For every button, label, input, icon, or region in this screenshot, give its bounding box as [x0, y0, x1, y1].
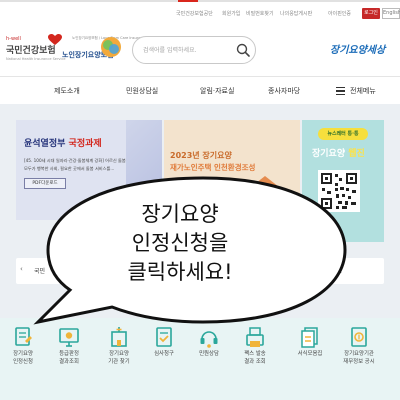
- quick-item-label-2: 결과조회: [59, 359, 79, 365]
- nhis-logo-tag: h-well: [6, 36, 21, 42]
- quick-item-find-facility[interactable]: 장기요양 기관 찾기: [96, 326, 142, 396]
- fax-icon: [246, 327, 264, 347]
- top-accent-bar: [178, 0, 198, 2]
- quick-item-label-1: 등급판정: [59, 351, 79, 357]
- banner3-title-em: 웹진: [348, 149, 365, 159]
- heart-icon: [48, 34, 62, 45]
- quick-item-label-2: 결과 조회: [244, 359, 266, 365]
- finance-report-icon: [351, 327, 367, 347]
- building-icon: [111, 327, 127, 347]
- nav-item-workers[interactable]: 종사자마당: [268, 77, 300, 105]
- notice-text-lead: 국민: [34, 268, 46, 275]
- nav-item-civil-service[interactable]: 민원상담실: [126, 77, 158, 105]
- quick-item-review-request[interactable]: 심사청구: [141, 326, 187, 396]
- speech-bubble-text: 장기요양 인정신청을 클릭하세요!: [80, 200, 280, 287]
- bubble-line-3: 클릭하세요!: [127, 260, 233, 284]
- nhis-logo-sub: National Health Insurance Service: [6, 57, 66, 61]
- application-form-icon: [15, 327, 32, 346]
- headset-icon: [200, 331, 218, 348]
- quick-item-fax-result[interactable]: 팩스 발송 결과 조회: [232, 326, 278, 396]
- banner1-line1: [45. 100세 시대 일자리·건강·돌봄체계 강화] 어르신 돌봄: [24, 158, 126, 163]
- util-link-ipin[interactable]: 아이핀인증: [328, 10, 351, 17]
- top-divider: [0, 0, 400, 2]
- util-link-my-board[interactable]: 나의응답게시판: [280, 10, 312, 17]
- qr-code-icon: [318, 170, 360, 212]
- document-review-icon: [156, 327, 172, 347]
- util-link-find-password[interactable]: 비밀번호찾기: [246, 10, 274, 17]
- slogan-logo[interactable]: 장기요양세상: [330, 38, 392, 58]
- quick-item-label-2: 기관 찾기: [108, 359, 130, 365]
- banner2-year: 2023년 장기요양: [170, 151, 232, 160]
- banner3-title-main: 장기요양: [312, 149, 346, 159]
- quick-item-label-1: 장기요양기관: [344, 351, 374, 357]
- nav-item-system-intro[interactable]: 제도소개: [54, 77, 80, 105]
- newsletter-chip: 뉴스레터 통·통: [318, 128, 368, 140]
- search-icon[interactable]: [235, 42, 251, 58]
- notice-text-tail: 해 드리고 있습니다.: [292, 268, 342, 275]
- quick-item-label-1: 심사청구: [154, 351, 174, 357]
- quick-item-civil-consult[interactable]: 민원상담: [186, 326, 232, 396]
- quick-item-label-2: 재무정보 공시: [343, 359, 375, 365]
- quick-item-label-1: 서식모음집: [297, 351, 323, 357]
- quick-item-finance-disclosure[interactable]: 장기요양기관 재무정보 공시: [336, 326, 382, 396]
- quick-item-ltc-application[interactable]: 장기요양 인정신청: [0, 326, 46, 396]
- notice-prev-arrow-icon[interactable]: ‹: [20, 265, 23, 273]
- quick-item-grade-result[interactable]: 등급판정 결과조회: [46, 326, 92, 396]
- banner3-title: 장기요양 웹진: [312, 146, 365, 159]
- main-nav: 제도소개 민원상담실 알림·자료실 종사자마당 전체메뉴: [0, 76, 400, 106]
- banner1-head-main: 윤석열정부: [24, 139, 66, 149]
- quick-item-label-2: 인정신청: [13, 359, 33, 365]
- quick-item-forms[interactable]: 서식모음집: [287, 326, 333, 396]
- forms-collection-icon: [301, 327, 318, 348]
- monitor-check-icon: [59, 328, 79, 347]
- banner1-head-em: 국정과제: [68, 139, 102, 149]
- bubble-line-1: 장기요양: [141, 202, 219, 226]
- quick-item-label-1: 장기요양: [109, 351, 129, 357]
- login-button[interactable]: 로그인: [362, 8, 380, 19]
- top-utility-bar: 국민건강보험공단 회원가입 비밀번호찾기 나의응답게시판 아이핀인증 로그인 E…: [0, 0, 400, 22]
- english-button[interactable]: English: [382, 8, 400, 19]
- bubble-line-2: 인정신청을: [131, 231, 229, 255]
- banner1-head: 윤석열정부 국정과제: [24, 136, 102, 149]
- slogan-text: 장기요양세상: [330, 45, 386, 56]
- quick-item-label-1: 장기요양: [13, 351, 33, 357]
- util-link-signup[interactable]: 회원가입: [222, 10, 240, 17]
- pdf-download-button[interactable]: PDF다운로드: [24, 178, 66, 189]
- quick-item-label-1: 민원상담: [199, 351, 219, 357]
- nav-all-menu[interactable]: 전체메뉴: [350, 77, 376, 105]
- util-link-nhis[interactable]: 국민건강보험공단: [176, 10, 213, 17]
- quick-item-label-1: 팩스 발송: [244, 351, 266, 357]
- banner-webzine[interactable]: 뉴스레터 통·통 장기요양 웹진: [302, 120, 384, 242]
- search-input[interactable]: [143, 43, 233, 57]
- banner1-line2: 모두가 행복한 사회, 필요한 곳에서 돌봄 서비스를...: [24, 166, 115, 171]
- ltc-emblem-icon: [101, 37, 121, 57]
- hamburger-menu-icon[interactable]: [336, 87, 345, 95]
- nav-item-notice-resources[interactable]: 알림·자료실: [200, 77, 234, 105]
- search-box: [132, 36, 256, 64]
